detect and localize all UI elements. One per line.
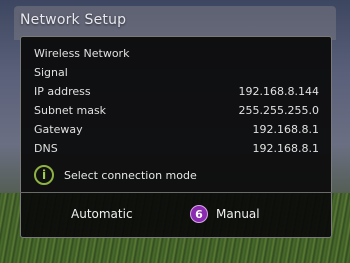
row-value: 192.168.8.1 [252, 142, 319, 155]
automatic-button[interactable]: Automatic [71, 199, 133, 229]
row-label: IP address [34, 85, 91, 98]
row-label: Gateway [34, 123, 83, 136]
row-gateway[interactable]: Gateway 192.168.8.1 [34, 123, 319, 139]
row-value: 192.168.8.144 [238, 85, 319, 98]
row-label: Subnet mask [34, 104, 107, 117]
row-wireless-network[interactable]: Wireless Network [34, 47, 319, 63]
row-value: 192.168.8.1 [252, 123, 319, 136]
row-dns[interactable]: DNS 192.168.8.1 [34, 142, 319, 158]
divider [20, 192, 332, 193]
row-label: Signal [34, 66, 68, 79]
row-signal[interactable]: Signal [34, 66, 319, 82]
info-text: Select connection mode [64, 168, 197, 182]
info-message: i Select connection mode [34, 163, 294, 187]
row-label: DNS [34, 142, 58, 155]
row-subnet-mask[interactable]: Subnet mask 255.255.255.0 [34, 104, 319, 120]
window-title: Network Setup [20, 12, 127, 28]
row-label: Wireless Network [34, 47, 130, 60]
manual-button[interactable]: 6 Manual [190, 199, 260, 229]
row-value: 255.255.255.0 [238, 104, 319, 117]
row-ip-address[interactable]: IP address 192.168.8.144 [34, 85, 319, 101]
remote-key-badge: 6 [190, 205, 208, 223]
automatic-button-label: Automatic [71, 207, 133, 221]
info-icon: i [34, 165, 54, 185]
manual-button-label: Manual [216, 207, 260, 221]
